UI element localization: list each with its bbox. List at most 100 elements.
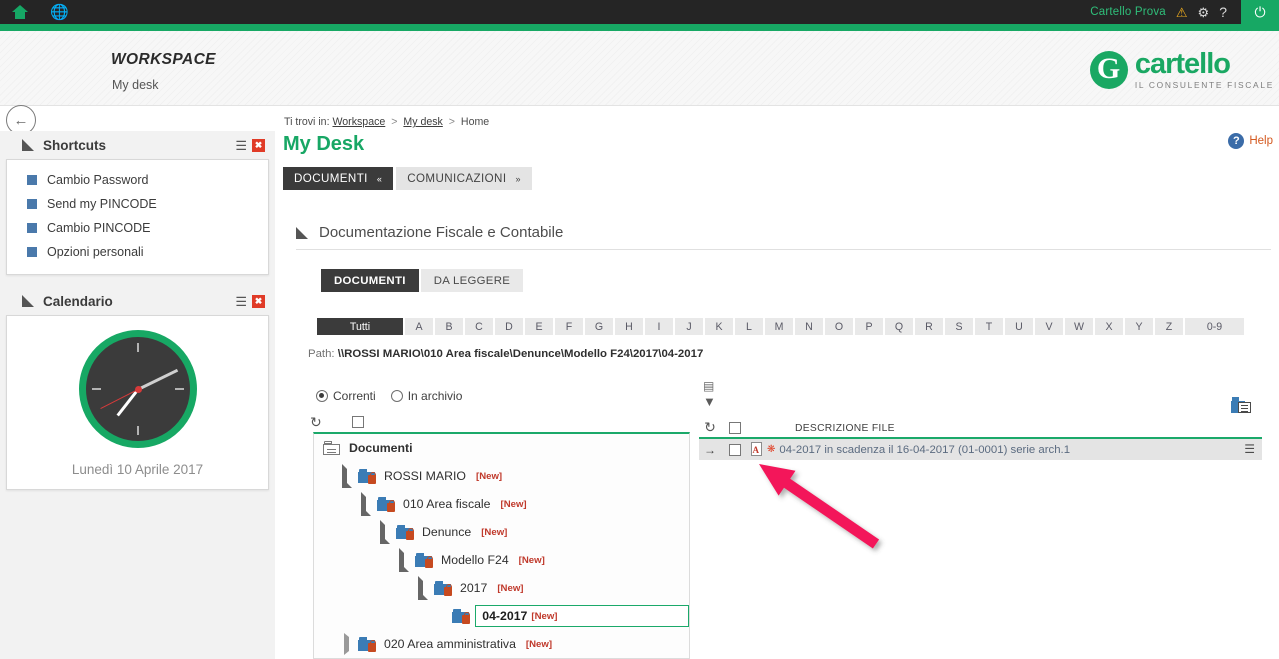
hamburger-icon[interactable]: ☰ (235, 295, 247, 308)
main-tab-bar: DOCUMENTI « COMUNICAZIONI » (283, 167, 532, 190)
radio-correnti[interactable]: Correnti (316, 389, 376, 403)
alphabet-filter-x[interactable]: X (1095, 318, 1123, 335)
column-header-descrizione-file[interactable]: DESCRIZIONE FILE (749, 423, 895, 434)
expand-triangle-icon[interactable] (380, 520, 390, 544)
alphabet-filter-r[interactable]: R (915, 318, 943, 335)
collapse-triangle-icon[interactable] (296, 226, 308, 239)
alphabet-filter-c[interactable]: C (465, 318, 493, 335)
shortcuts-panel: Shortcuts ☰ ✖ Cambio Password Send my PI… (6, 131, 269, 275)
help-link[interactable]: ? Help (1228, 133, 1273, 149)
alphabet-filter-p[interactable]: P (855, 318, 883, 335)
calendar-panel-title: Calendario (43, 293, 113, 309)
row-menu-icon[interactable]: ☰ (1244, 443, 1262, 455)
sidebar-item-cambio-pincode[interactable]: Cambio PINCODE (7, 216, 268, 240)
tree-node-label: ROSSI MARIO (384, 469, 466, 483)
alphabet-filter-d[interactable]: D (495, 318, 523, 335)
tree-node[interactable]: Documenti (314, 434, 689, 462)
globe-icon[interactable]: 🌐 (50, 5, 69, 20)
breadcrumb-link-mydesk[interactable]: My desk (403, 116, 442, 128)
arrow-right-icon[interactable]: → (699, 443, 721, 457)
expand-triangle-icon[interactable] (418, 576, 428, 600)
expand-triangle-icon[interactable] (342, 464, 352, 488)
alphabet-filter-g[interactable]: G (585, 318, 613, 335)
alphabet-filter-q[interactable]: Q (885, 318, 913, 335)
alphabet-filter-m[interactable]: M (765, 318, 793, 335)
tab-da-leggere[interactable]: DA LEGGERE (420, 269, 524, 292)
alphabet-filter-w[interactable]: W (1065, 318, 1093, 335)
path-value: \\ROSSI MARIO\010 Area fiscale\Denunce\M… (337, 348, 704, 360)
alphabet-filter-j[interactable]: J (675, 318, 703, 335)
sidebar-item-opzioni-personali[interactable]: Opzioni personali (7, 240, 268, 264)
path-label: Path: (308, 348, 335, 360)
power-icon[interactable]: ⏻ (1241, 0, 1279, 24)
alphabet-filter-s[interactable]: S (945, 318, 973, 335)
tree-node[interactable]: Denunce [New] (314, 518, 689, 546)
collapse-triangle-icon[interactable] (344, 633, 349, 655)
folder-locked-icon (377, 497, 395, 512)
folder-properties-icon[interactable] (1231, 397, 1251, 413)
alphabet-filter-a[interactable]: A (405, 318, 433, 335)
tree-node[interactable]: ROSSI MARIO [New] (314, 462, 689, 490)
gear-icon[interactable]: ⚙ (1198, 6, 1210, 19)
funnel-filter-icon[interactable]: ▼ (703, 395, 716, 408)
refresh-icon[interactable]: ↻ (310, 414, 322, 431)
radio-in-archivio[interactable]: In archivio (390, 389, 462, 403)
shortcuts-panel-body: Cambio Password Send my PINCODE Cambio P… (6, 159, 269, 275)
brand-logo: cartello IL CONSULENTE FISCALE (1089, 50, 1274, 89)
alphabet-filter-tutti[interactable]: Tutti (317, 318, 403, 335)
row-checkbox[interactable] (729, 443, 741, 456)
section-tab-bar: DOCUMENTI DA LEGGERE (321, 269, 524, 292)
collapse-triangle-icon[interactable] (22, 295, 34, 307)
tree-node[interactable]: 020 Area amministrativa [New] (314, 630, 689, 658)
collapse-triangle-icon[interactable] (22, 139, 34, 151)
tree-node[interactable]: Modello F24 [New] (314, 546, 689, 574)
home-icon[interactable] (12, 5, 28, 19)
tab-documenti-sub[interactable]: DOCUMENTI (321, 269, 419, 292)
sidebar-item-cambio-password[interactable]: Cambio Password (7, 168, 268, 192)
question-mark-icon[interactable]: ? (1219, 5, 1231, 19)
sidebar-item-label: Opzioni personali (47, 245, 144, 259)
tab-label: COMUNICAZIONI (407, 172, 507, 185)
tab-documenti[interactable]: DOCUMENTI « (283, 167, 394, 190)
alphabet-filter-v[interactable]: V (1035, 318, 1063, 335)
alphabet-filter-h[interactable]: H (615, 318, 643, 335)
alphabet-filter-k[interactable]: K (705, 318, 733, 335)
table-row[interactable]: → A ❋ 04-2017 in scadenza il 16-04-2017 … (699, 439, 1262, 460)
alphabet-filter-z[interactable]: Z (1155, 318, 1183, 335)
alphabet-filter-y[interactable]: Y (1125, 318, 1153, 335)
alphabet-filter-b[interactable]: B (435, 318, 463, 335)
expand-triangle-icon[interactable] (399, 548, 409, 572)
pdf-file-icon[interactable]: A (751, 442, 764, 457)
select-all-checkbox[interactable] (729, 422, 741, 434)
file-description-link[interactable]: 04-2017 in scadenza il 16-04-2017 (01-00… (779, 444, 1070, 456)
alphabet-filter-i[interactable]: I (645, 318, 673, 335)
alphabet-filter-o[interactable]: O (825, 318, 853, 335)
close-icon[interactable]: ✖ (252, 294, 265, 308)
question-circle-icon: ? (1228, 133, 1245, 149)
sidebar-item-send-my-pincode[interactable]: Send my PINCODE (7, 192, 268, 216)
close-icon[interactable]: ✖ (252, 138, 265, 152)
breadcrumb-separator: > (448, 116, 455, 128)
clock-tick-icon (174, 388, 184, 390)
warning-triangle-icon[interactable]: ⚠ (1176, 6, 1188, 19)
workspace-title: WORKSPACE (111, 51, 216, 68)
alphabet-filter-e[interactable]: E (525, 318, 553, 335)
column-chooser-icon[interactable]: ▤ (703, 380, 716, 392)
refresh-icon[interactable]: ↻ (704, 419, 716, 435)
breadcrumb-link-workspace[interactable]: Workspace (332, 116, 385, 128)
alphabet-filter-t[interactable]: T (975, 318, 1003, 335)
expand-triangle-icon[interactable] (361, 492, 371, 516)
tab-comunicazioni[interactable]: COMUNICAZIONI » (396, 167, 532, 190)
alphabet-filter-f[interactable]: F (555, 318, 583, 335)
alphabet-filter-n[interactable]: N (795, 318, 823, 335)
tree-node-name-input[interactable]: 04-2017 [New] (475, 605, 689, 627)
alphabet-filter-09[interactable]: 0-9 (1185, 318, 1244, 335)
tree-node[interactable]: 04-2017 [New] (314, 602, 689, 630)
select-all-checkbox[interactable] (351, 416, 364, 428)
hamburger-icon[interactable]: ☰ (235, 139, 247, 152)
clock-minute-hand (136, 368, 178, 391)
alphabet-filter-u[interactable]: U (1005, 318, 1033, 335)
tree-node[interactable]: 2017 [New] (314, 574, 689, 602)
alphabet-filter-l[interactable]: L (735, 318, 763, 335)
tree-node[interactable]: 010 Area fiscale [New] (314, 490, 689, 518)
